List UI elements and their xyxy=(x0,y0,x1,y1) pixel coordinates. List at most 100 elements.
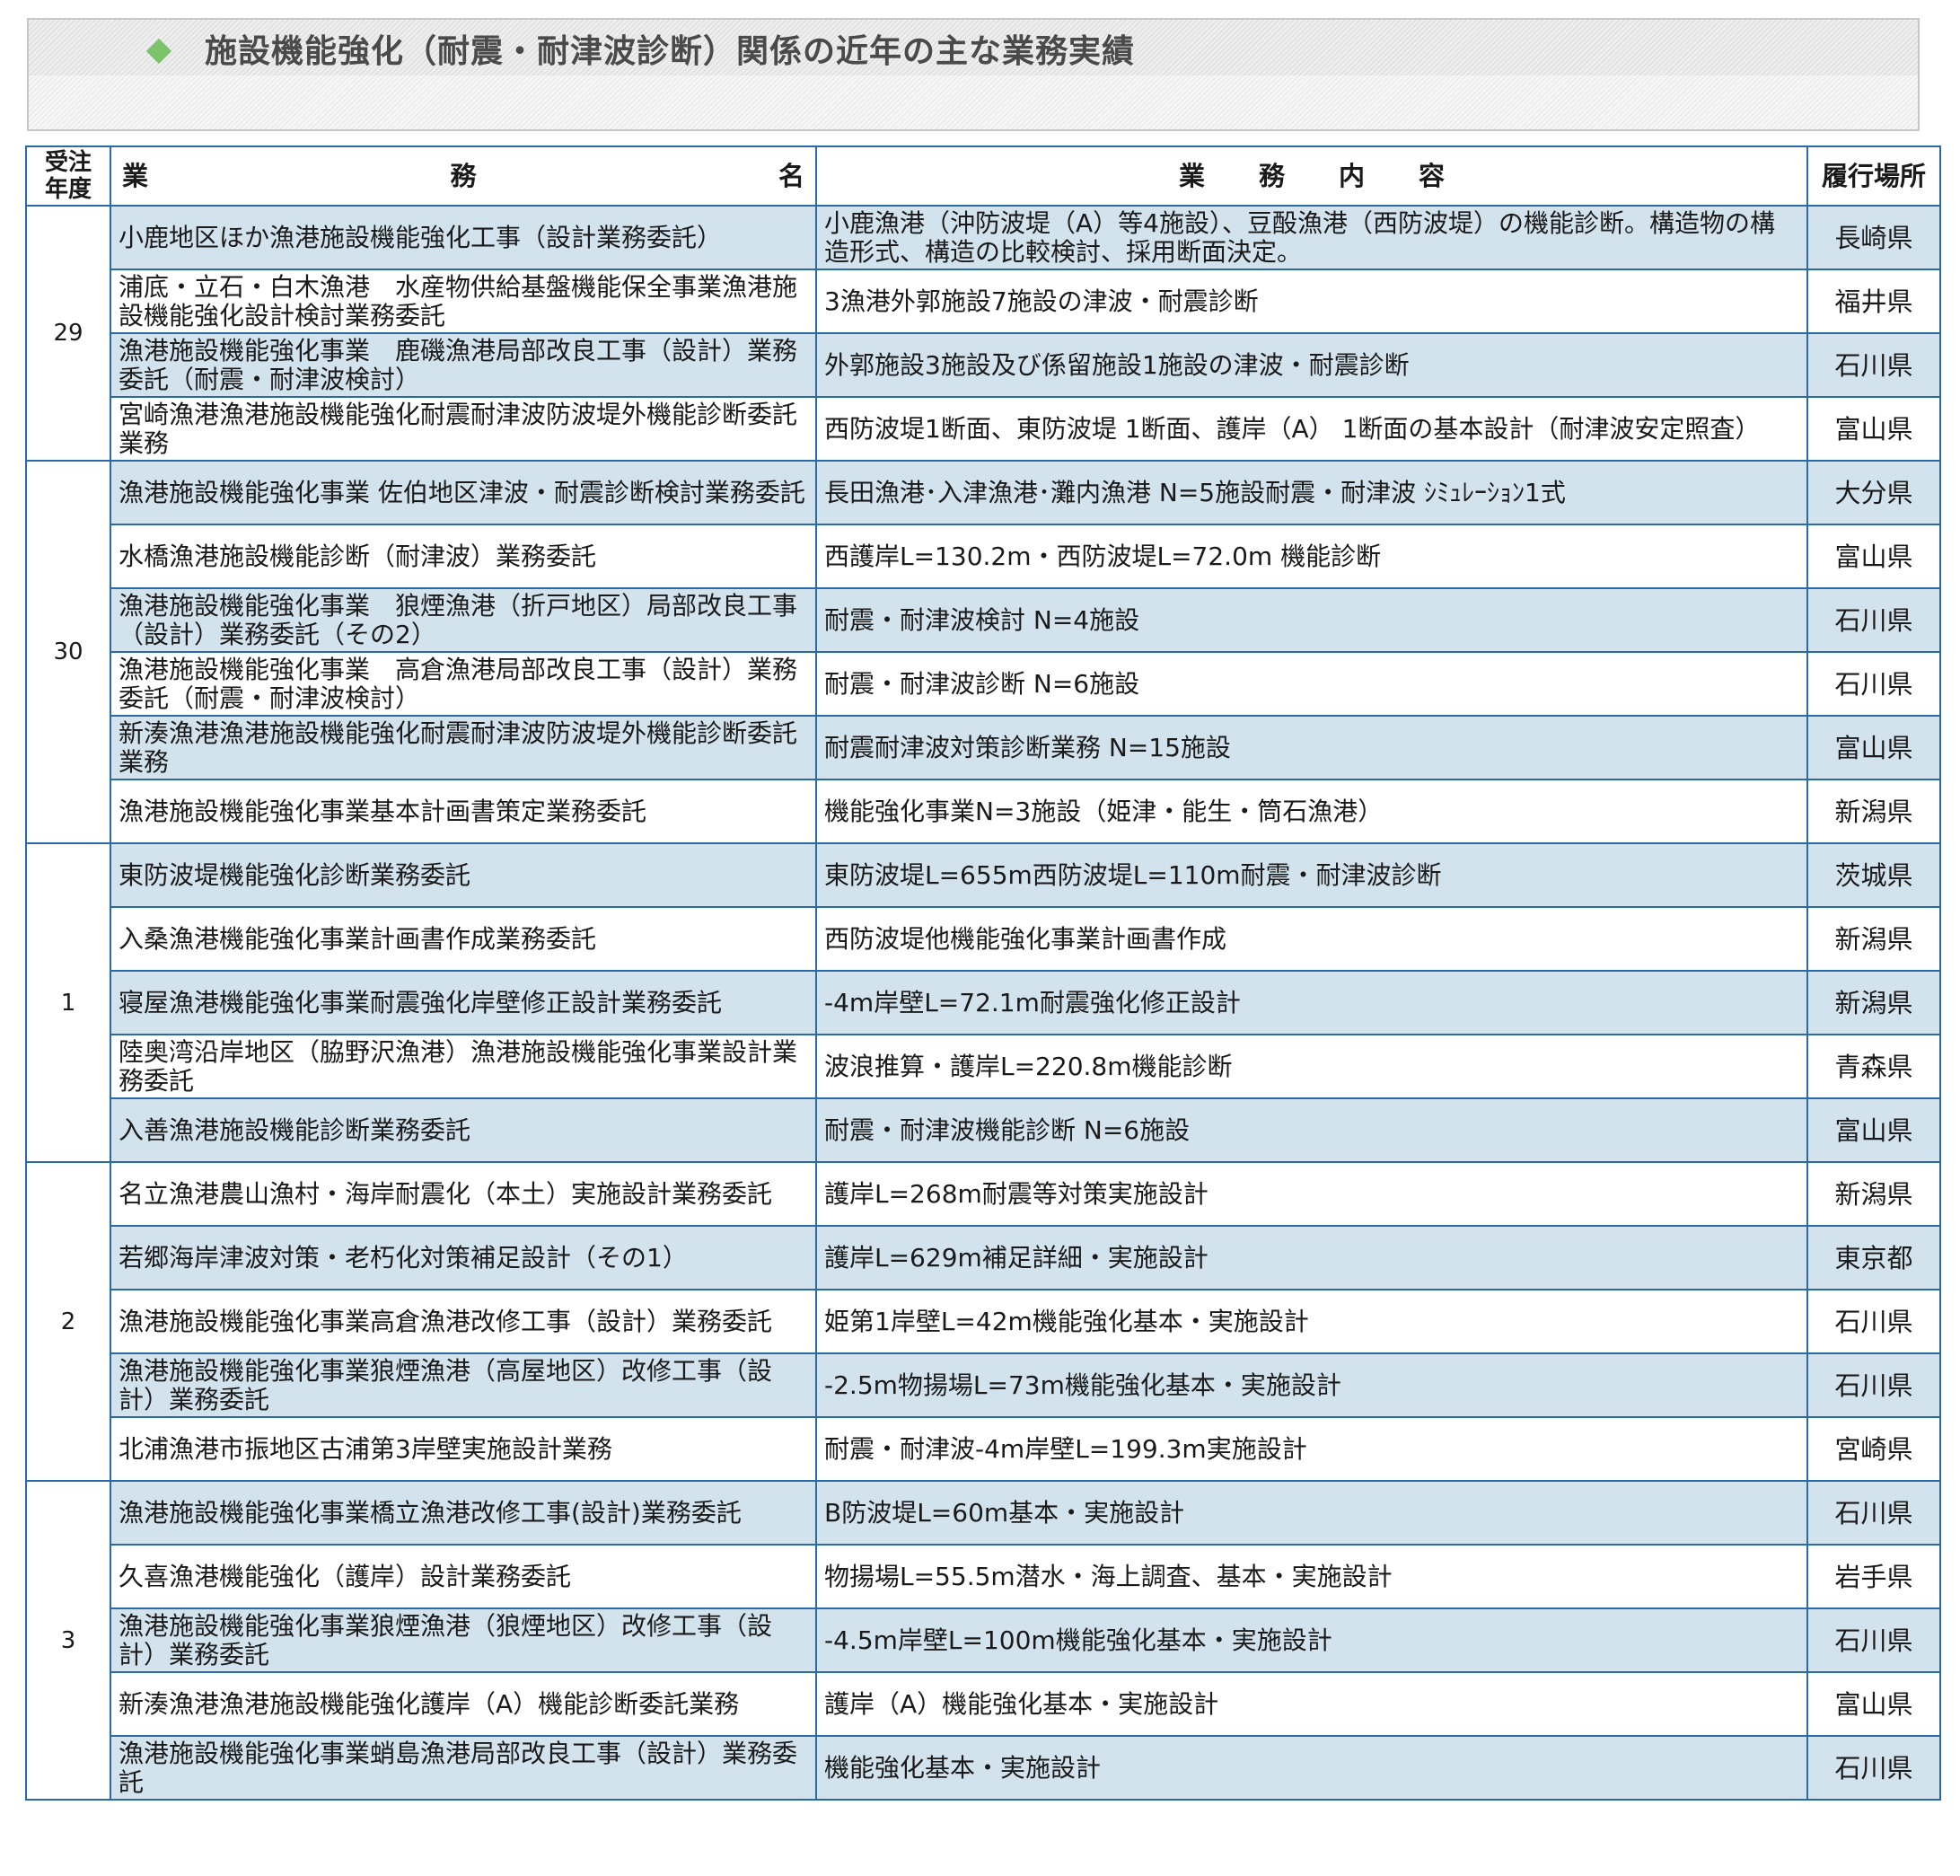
project-content-cell: -2.5m物揚場L=73m機能強化基本・実施設計 xyxy=(815,1352,1808,1418)
project-place-cell: 石川県 xyxy=(1806,1480,1941,1546)
project-name-cell: 漁港施設機能強化事業高倉漁港改修工事（設計）業務委託 xyxy=(110,1289,817,1354)
project-content-cell: 東防波堤L=655m西防波堤L=110m耐震・耐津波診断 xyxy=(815,842,1808,908)
project-content-cell: 機能強化事業N=3施設（姫津・能生・筒石漁港） xyxy=(815,779,1808,844)
table-row: 漁港施設機能強化事業 鹿磯漁港局部改良工事（設計）業務委託（耐震・耐津波検討）外… xyxy=(26,332,1941,398)
header-name-char: 名 xyxy=(778,161,804,191)
table-body: 29 小鹿地区ほか漁港施設機能強化工事（設計業務委託） 小鹿漁港（沖防波堤（A）等4… xyxy=(25,205,1941,1801)
project-name-cell: 漁港施設機能強化事業狼煙漁港（狼煙地区）改修工事（設計）業務委託 xyxy=(110,1607,817,1673)
project-content-cell: 外郭施設3施設及び係留施設1施設の津波・耐震診断 xyxy=(815,332,1808,398)
table-row: 北浦漁港市振地区古浦第3岸壁実施設計業務 耐震・耐津波-4m岸壁L=199.3m実… xyxy=(26,1416,1941,1482)
project-place-cell: 岩手県 xyxy=(1806,1544,1941,1609)
table-row: 2 名立漁港農山漁村・海岸耐震化（本土）実施設計業務委託 護岸L=268m耐震等対策… xyxy=(25,1161,1941,1482)
header-name-char: 務 xyxy=(450,161,477,191)
project-name-cell: 漁港施設機能強化事業 佐伯地区津波・耐震診断検討業務委託 xyxy=(110,460,817,525)
project-name-cell: 名立漁港農山漁村・海岸耐震化（本土）実施設計業務委託 xyxy=(110,1161,817,1227)
project-place-cell: 長崎県 xyxy=(1806,205,1941,270)
header-name-char: 業 xyxy=(122,161,149,191)
project-place-cell: 青森県 xyxy=(1806,1034,1941,1099)
project-place-cell: 石川県 xyxy=(1806,587,1941,653)
table-row: 陸奥湾沿岸地区（脇野沢漁港）漁港施設機能強化事業設計業務委託 波浪推算・護岸L=2… xyxy=(26,1034,1941,1099)
table-row: 漁港施設機能強化事業 高倉漁港局部改良工事（設計）業務委託（耐震・耐津波検討）耐… xyxy=(26,651,1941,717)
project-place-cell: 富山県 xyxy=(1806,1097,1941,1163)
header-year: 受注 年度 xyxy=(25,145,111,207)
project-content-cell: 姫第1岸壁L=42m機能強化基本・実施設計 xyxy=(815,1289,1808,1354)
project-name-cell: 漁港施設機能強化事業 狼煙漁港（折戸地区）局部改良工事（設計）業務委託（その2） xyxy=(110,587,817,653)
header-content: 業 務 内 容 xyxy=(815,145,1808,207)
project-content-cell: 耐震・耐津波-4m岸壁L=199.3m実施設計 xyxy=(815,1416,1808,1482)
project-name-cell: 浦底・立石・白木漁港 水産物供給基盤機能保全事業漁港施設機能強化設計検討業務委託 xyxy=(110,269,817,334)
project-name-cell: 久喜漁港機能強化（護岸）設計業務委託 xyxy=(110,1544,817,1609)
table-row: 漁港施設機能強化事業狼煙漁港（高屋地区）改修工事（設計）業務委託 -2.5m物揚場… xyxy=(26,1352,1941,1418)
table-row: 漁港施設機能強化事業狼煙漁港（狼煙地区）改修工事（設計）業務委託 -4.5m岸壁L… xyxy=(26,1607,1941,1673)
project-name-cell: 寝屋漁港機能強化事業耐震強化岸壁修正設計業務委託 xyxy=(110,970,817,1035)
table-row: 漁港施設機能強化事業 狼煙漁港（折戸地区）局部改良工事（設計）業務委託（その2）… xyxy=(26,587,1941,653)
year-cell: 2 xyxy=(25,1161,111,1482)
table-row: 3 漁港施設機能強化事業橋立漁港改修工事(設計)業務委託 B防波堤L=60m基本・実… xyxy=(25,1480,1941,1801)
project-place-cell: 新潟県 xyxy=(1806,1161,1941,1227)
project-content-cell: 波浪推算・護岸L=220.8m機能診断 xyxy=(815,1034,1808,1099)
project-content-cell: 護岸L=268m耐震等対策実施設計 xyxy=(815,1161,1808,1227)
project-place-cell: 石川県 xyxy=(1806,1289,1941,1354)
header-year-line2: 年度 xyxy=(44,176,92,203)
project-name-cell: 北浦漁港市振地区古浦第3岸壁実施設計業務 xyxy=(110,1416,817,1482)
project-place-cell: 宮崎県 xyxy=(1806,1416,1941,1482)
project-content-cell: B防波堤L=60m基本・実施設計 xyxy=(815,1480,1808,1546)
project-place-cell: 新潟県 xyxy=(1806,906,1941,972)
project-name-cell: 漁港施設機能強化事業 高倉漁港局部改良工事（設計）業務委託（耐震・耐津波検討） xyxy=(110,651,817,717)
project-content-cell: 長田漁港･入津漁港･灘内漁港 N=5施設耐震・耐津波 ｼﾐｭﾚｰｼｮﾝ1式 xyxy=(815,460,1808,525)
project-place-cell: 大分県 xyxy=(1806,460,1941,525)
table-row: 29 小鹿地区ほか漁港施設機能強化工事（設計業務委託） 小鹿漁港（沖防波堤（A）等4… xyxy=(25,205,1941,462)
project-content-cell: 3漁港外郭施設7施設の津波・耐震診断 xyxy=(815,269,1808,334)
header-name: 業 務 名 xyxy=(110,145,817,207)
project-content-cell: -4.5m岸壁L=100m機能強化基本・実施設計 xyxy=(815,1607,1808,1673)
project-place-cell: 富山県 xyxy=(1806,396,1941,462)
year-cell: 29 xyxy=(25,205,111,462)
project-content-cell: 耐震・耐津波診断 N=6施設 xyxy=(815,651,1808,717)
project-content-cell: 西護岸L=130.2m・西防波堤L=72.0m 機能診断 xyxy=(815,524,1808,589)
project-content-cell: 物揚場L=55.5m潜水・海上調査、基本・実施設計 xyxy=(815,1544,1808,1609)
project-name-cell: 漁港施設機能強化事業蛸島漁港局部改良工事（設計）業務委託 xyxy=(110,1735,817,1801)
project-place-cell: 東京都 xyxy=(1806,1225,1941,1290)
project-place-cell: 新潟県 xyxy=(1806,970,1941,1035)
project-place-cell: 石川県 xyxy=(1806,1607,1941,1673)
project-name-cell: 陸奥湾沿岸地区（脇野沢漁港）漁港施設機能強化事業設計業務委託 xyxy=(110,1034,817,1099)
project-content-cell: 護岸（A）機能強化基本・実施設計 xyxy=(815,1671,1808,1737)
project-content-cell: 護岸L=629m補足詳細・実施設計 xyxy=(815,1225,1808,1290)
project-content-cell: 西防波堤1断面、東防波堤 1断面、護岸（A） 1断面の基本設計（耐津波安定照査） xyxy=(815,396,1808,462)
table-row: 入桑漁港機能強化事業計画書作成業務委託 西防波堤他機能強化事業計画書作成 新潟県 xyxy=(26,906,1941,972)
project-name-cell: 若郷海岸津波対策・老朽化対策補足設計（その1） xyxy=(110,1225,817,1290)
project-place-cell: 石川県 xyxy=(1806,1352,1941,1418)
table-row: 水橋漁港施設機能診断（耐津波）業務委託 西護岸L=130.2m・西防波堤L=72.… xyxy=(26,524,1941,589)
project-name-cell: 宮崎漁港漁港施設機能強化耐震耐津波防波堤外機能診断委託業務 xyxy=(110,396,817,462)
header-content-char: 容 xyxy=(1419,161,1446,191)
year-cell: 1 xyxy=(25,842,111,1163)
table-row: 漁港施設機能強化事業蛸島漁港局部改良工事（設計）業務委託 機能強化基本・実施設計石… xyxy=(26,1735,1941,1801)
table-row: 入善漁港施設機能診断業務委託 耐震・耐津波機能診断 N=6施設 富山県 xyxy=(26,1097,1941,1163)
performance-table: 受注 年度 業 務 名 業 務 内 容 履行場所 29 小鹿地区ほか漁港施設機能… xyxy=(25,145,1941,1801)
project-place-cell: 富山県 xyxy=(1806,524,1941,589)
title-banner-lower xyxy=(29,75,1918,129)
table-row: 漁港施設機能強化事業高倉漁港改修工事（設計）業務委託 姫第1岸壁L=42m機能強化… xyxy=(26,1289,1941,1354)
header-content-char: 務 xyxy=(1258,161,1285,191)
header-place: 履行場所 xyxy=(1806,145,1941,207)
project-name-cell: 漁港施設機能強化事業基本計画書策定業務委託 xyxy=(110,779,817,844)
project-content-cell: 耐震・耐津波検討 N=4施設 xyxy=(815,587,1808,653)
project-content-cell: 小鹿漁港（沖防波堤（A）等4施設）、豆酘漁港（西防波堤）の機能診断。構造物の構造… xyxy=(815,205,1808,270)
table-row: 浦底・立石・白木漁港 水産物供給基盤機能保全事業漁港施設機能強化設計検討業務委託… xyxy=(26,269,1941,334)
project-content-cell: 機能強化基本・実施設計 xyxy=(815,1735,1808,1801)
table-row: 宮崎漁港漁港施設機能強化耐震耐津波防波堤外機能診断委託業務 西防波堤1断面、東防波… xyxy=(26,396,1941,462)
year-cell: 3 xyxy=(25,1480,111,1801)
table-row: 30 漁港施設機能強化事業 佐伯地区津波・耐震診断検討業務委託 長田漁港･入津漁港･… xyxy=(25,460,1941,844)
table-row: 新湊漁港漁港施設機能強化護岸（A）機能診断委託業務 護岸（A）機能強化基本・実施設… xyxy=(26,1671,1941,1737)
table-header-row: 受注 年度 業 務 名 業 務 内 容 履行場所 xyxy=(25,145,1941,207)
table-row: 新湊漁港漁港施設機能強化耐震耐津波防波堤外機能診断委託業務 耐震耐津波対策診断業務… xyxy=(26,715,1941,780)
project-name-cell: 水橋漁港施設機能診断（耐津波）業務委託 xyxy=(110,524,817,589)
header-content-char: 業 xyxy=(1178,161,1205,191)
table-row: 寝屋漁港機能強化事業耐震強化岸壁修正設計業務委託 -4m岸壁L=72.1m耐震強化… xyxy=(26,970,1941,1035)
project-place-cell: 福井県 xyxy=(1806,269,1941,334)
page-title: 施設機能強化（耐震・耐津波診断）関係の近年の主な業務実績 xyxy=(205,33,1136,70)
project-place-cell: 富山県 xyxy=(1806,715,1941,780)
project-name-cell: 小鹿地区ほか漁港施設機能強化工事（設計業務委託） xyxy=(110,205,817,270)
project-place-cell: 茨城県 xyxy=(1806,842,1941,908)
project-place-cell: 新潟県 xyxy=(1806,779,1941,844)
